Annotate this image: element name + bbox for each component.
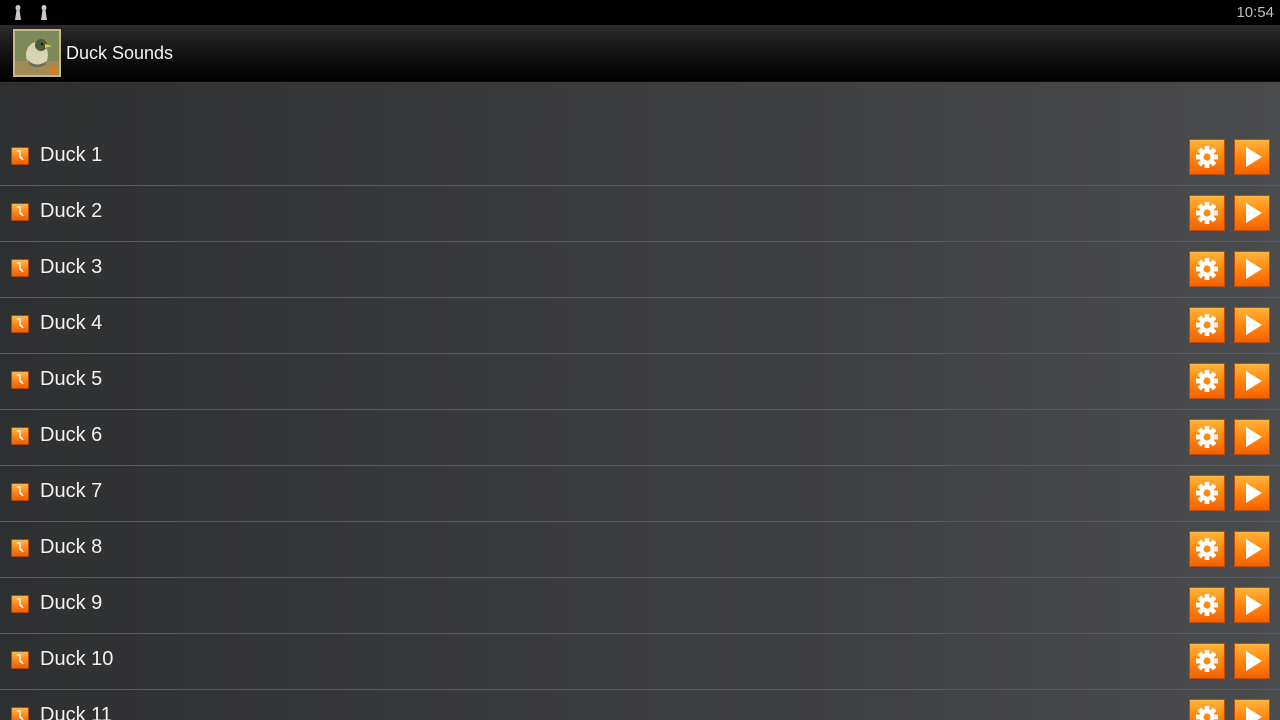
ringtone-icon [11, 707, 29, 720]
gear-icon [1190, 644, 1224, 678]
list-item-label: Duck 10 [40, 648, 114, 670]
list-item-label: Duck 8 [40, 536, 103, 558]
screen: 10:54 Duck Sounds Duck 1 Duck 2 Duck 3 Duck… [0, 0, 1280, 720]
play-icon [1235, 476, 1269, 510]
list-item[interactable]: Duck 1 [0, 130, 1280, 186]
list-item[interactable]: Duck 6 [0, 410, 1280, 466]
ringtone-icon [11, 259, 29, 277]
list-item-label: Duck 7 [40, 480, 103, 502]
ringtone-icon [11, 651, 29, 669]
ringtone-icon [11, 595, 29, 613]
list-item[interactable]: Duck 7 [0, 466, 1280, 522]
ringtone-icon [11, 371, 29, 389]
list-item-label: Duck 9 [40, 592, 103, 614]
settings-button[interactable] [1189, 139, 1225, 175]
play-button[interactable] [1234, 531, 1270, 567]
play-button[interactable] [1234, 643, 1270, 679]
settings-button[interactable] [1189, 363, 1225, 399]
list-item-label: Duck 5 [40, 368, 103, 390]
play-button[interactable] [1234, 587, 1270, 623]
list-item[interactable]: Duck 3 [0, 242, 1280, 298]
list-item[interactable]: Duck 9 [0, 578, 1280, 634]
usb-debug-icon [39, 5, 49, 20]
play-button[interactable] [1234, 139, 1270, 175]
ringtone-icon [11, 315, 29, 333]
list-item[interactable]: Duck 4 [0, 298, 1280, 354]
settings-button[interactable] [1189, 307, 1225, 343]
list-item-label: Duck 11 [40, 704, 112, 720]
ringtone-icon [11, 427, 29, 445]
list-item[interactable]: Duck 11 [0, 690, 1280, 720]
play-button[interactable] [1234, 363, 1270, 399]
status-time: 10:54 [1236, 4, 1274, 21]
gear-icon [1190, 140, 1224, 174]
duck-app-icon[interactable] [13, 29, 61, 77]
play-button[interactable] [1234, 307, 1270, 343]
play-icon [1235, 644, 1269, 678]
gear-icon [1190, 308, 1224, 342]
action-bar: Duck Sounds [0, 25, 1280, 82]
play-icon [1235, 532, 1269, 566]
usb-debug-icon [13, 5, 23, 20]
sound-list: Duck 1 Duck 2 Duck 3 Duck 4 Duck 5 Duck 6 Duck… [0, 130, 1280, 720]
settings-button[interactable] [1189, 643, 1225, 679]
settings-button[interactable] [1189, 587, 1225, 623]
play-icon [1235, 308, 1269, 342]
list-item[interactable]: Duck 10 [0, 634, 1280, 690]
settings-button[interactable] [1189, 531, 1225, 567]
gear-icon [1190, 420, 1224, 454]
play-icon [1235, 252, 1269, 286]
play-icon [1235, 588, 1269, 622]
gear-icon [1190, 532, 1224, 566]
ringtone-icon [11, 147, 29, 165]
list-item-label: Duck 6 [40, 424, 103, 446]
play-button[interactable] [1234, 419, 1270, 455]
page-title: Duck Sounds [66, 43, 174, 63]
play-icon [1235, 420, 1269, 454]
play-button[interactable] [1234, 699, 1270, 720]
list-item[interactable]: Duck 2 [0, 186, 1280, 242]
list-item-label: Duck 1 [40, 144, 103, 166]
gear-icon [1190, 252, 1224, 286]
gear-icon [1190, 700, 1224, 720]
settings-button[interactable] [1189, 699, 1225, 720]
play-button[interactable] [1234, 195, 1270, 231]
gear-icon [1190, 588, 1224, 622]
ringtone-icon [11, 483, 29, 501]
ringtone-icon [11, 539, 29, 557]
gear-icon [1190, 196, 1224, 230]
list-item-label: Duck 3 [40, 256, 103, 278]
ringtone-icon [11, 203, 29, 221]
list-item[interactable]: Duck 8 [0, 522, 1280, 578]
play-button[interactable] [1234, 475, 1270, 511]
play-icon [1235, 196, 1269, 230]
settings-button[interactable] [1189, 475, 1225, 511]
gear-icon [1190, 364, 1224, 398]
settings-button[interactable] [1189, 419, 1225, 455]
play-icon [1235, 700, 1269, 720]
status-bar: 10:54 [0, 0, 1280, 25]
play-icon [1235, 140, 1269, 174]
gear-icon [1190, 476, 1224, 510]
list-item[interactable]: Duck 5 [0, 354, 1280, 410]
list-item-label: Duck 2 [40, 200, 103, 222]
settings-button[interactable] [1189, 195, 1225, 231]
play-icon [1235, 364, 1269, 398]
list-item-label: Duck 4 [40, 312, 103, 334]
content-area: Duck 1 Duck 2 Duck 3 Duck 4 Duck 5 Duck 6 Duck… [0, 82, 1280, 720]
play-button[interactable] [1234, 251, 1270, 287]
settings-button[interactable] [1189, 251, 1225, 287]
